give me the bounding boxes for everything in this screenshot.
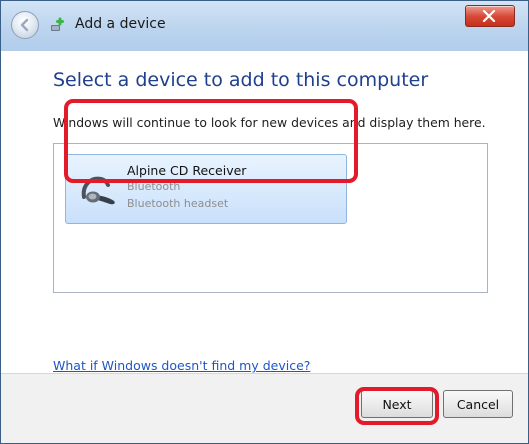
close-button[interactable] <box>465 5 515 27</box>
close-icon <box>482 10 496 22</box>
back-button[interactable] <box>11 11 39 39</box>
device-type: Bluetooth <box>127 180 181 193</box>
help-link[interactable]: What if Windows doesn't find my device? <box>53 358 310 373</box>
device-name: Alpine CD Receiver <box>127 163 247 178</box>
device-list[interactable]: Alpine CD Receiver Bluetooth Bluetooth h… <box>53 143 488 293</box>
page-heading: Select a device to add to this computer <box>53 69 429 91</box>
add-device-icon <box>51 17 64 31</box>
cancel-button[interactable]: Cancel <box>443 390 513 418</box>
device-item-alpine-cd-receiver[interactable]: Alpine CD Receiver Bluetooth Bluetooth h… <box>65 154 347 224</box>
title-bar: Add a device <box>1 1 528 52</box>
content-area: Select a device to add to this computer … <box>1 51 528 373</box>
page-description: Windows will continue to look for new de… <box>53 115 486 130</box>
button-bar: Next Cancel <box>1 373 528 443</box>
next-button[interactable]: Next <box>361 390 433 418</box>
add-device-window: Add a device Select a device to add to t… <box>0 0 529 444</box>
device-subtype: Bluetooth headset <box>127 197 229 210</box>
bluetooth-headset-icon <box>81 176 115 205</box>
back-arrow-icon <box>20 18 29 32</box>
window-title: Add a device <box>75 16 166 32</box>
